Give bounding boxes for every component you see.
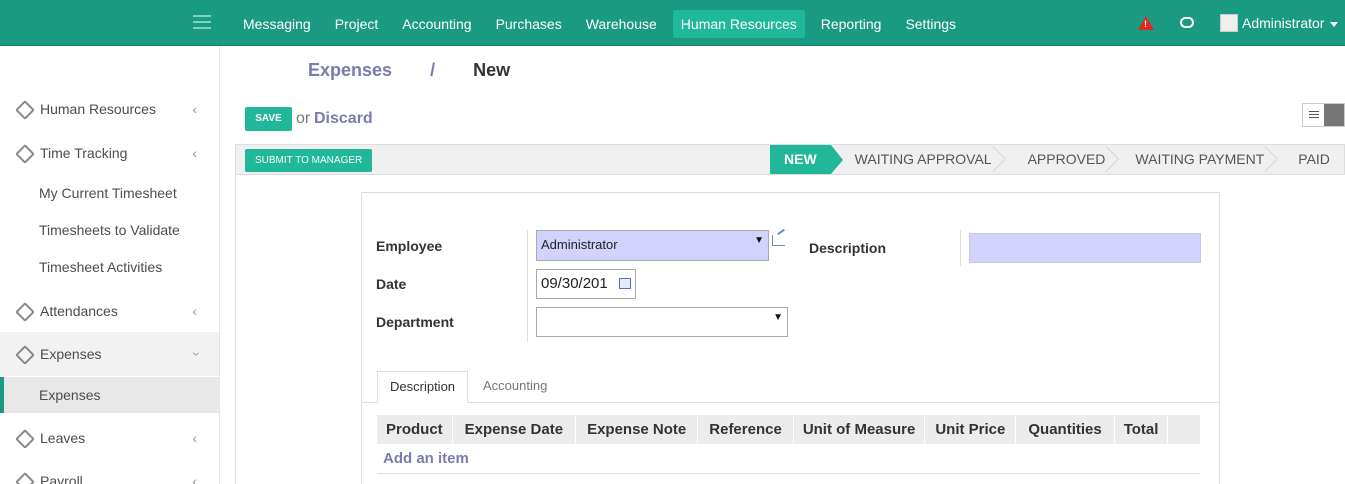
- tag-icon: [16, 304, 32, 318]
- main-menu: Messaging Project Accounting Purchases W…: [235, 10, 972, 38]
- stage-pipeline: NEW WAITING APPROVAL APPROVED WAITING PA…: [770, 145, 1338, 174]
- stage-waiting-payment[interactable]: WAITING PAYMENT: [1113, 145, 1279, 174]
- external-link-icon[interactable]: [772, 235, 785, 246]
- list-view-icon[interactable]: [1303, 104, 1324, 126]
- sidebar: Human Resources ‹ Time Tracking ‹ My Cur…: [0, 47, 220, 484]
- column-expense-date[interactable]: Expense Date: [453, 415, 577, 444]
- breadcrumb: Expenses / New: [308, 60, 510, 81]
- employee-field[interactable]: Administrator ▼: [536, 230, 769, 261]
- menu-purchases[interactable]: Purchases: [488, 10, 570, 38]
- menu-warehouse[interactable]: Warehouse: [578, 10, 665, 38]
- chevron-down-icon: ‹: [186, 351, 203, 357]
- sidebar-item-payroll[interactable]: Payroll ‹: [0, 459, 219, 484]
- stage-paid[interactable]: PAID: [1272, 145, 1338, 174]
- sidebar-item-expenses[interactable]: Expenses: [0, 377, 219, 413]
- sidebar-item-timesheet-activities[interactable]: Timesheet Activities: [0, 249, 219, 285]
- table-divider: [377, 473, 1200, 474]
- user-menu[interactable]: Administrator: [1220, 14, 1339, 32]
- field-divider: [960, 230, 961, 266]
- save-button[interactable]: SAVE: [245, 107, 292, 131]
- sidebar-item-label: Leaves: [40, 430, 86, 446]
- top-navbar: Messaging Project Accounting Purchases W…: [0, 0, 1345, 46]
- tag-icon: [16, 431, 32, 445]
- employee-value: Administrator: [541, 237, 618, 252]
- stage-label: WAITING APPROVAL: [854, 151, 992, 167]
- column-unit-price[interactable]: Unit Price: [925, 415, 1017, 444]
- sidebar-item-label: Attendances: [40, 303, 118, 319]
- sidebar-item-label: Expenses: [40, 346, 102, 362]
- hamburger-menu-icon[interactable]: [193, 15, 211, 29]
- caret-down-icon: [1330, 21, 1339, 27]
- chevron-left-icon: ‹: [192, 101, 197, 117]
- department-label: Department: [376, 314, 454, 330]
- tag-icon: [16, 102, 32, 116]
- tag-icon: [16, 347, 32, 361]
- breadcrumb-current: New: [473, 60, 511, 80]
- user-name: Administrator: [1242, 15, 1325, 31]
- department-field[interactable]: ▼: [536, 307, 788, 337]
- stage-label: WAITING PAYMENT: [1135, 151, 1265, 167]
- menu-project[interactable]: Project: [327, 10, 387, 38]
- breadcrumb-separator: /: [430, 60, 436, 80]
- tab-description[interactable]: Description: [377, 371, 469, 403]
- discard-link[interactable]: Discard: [314, 110, 373, 128]
- chat-icon[interactable]: [1180, 17, 1194, 28]
- menu-reporting[interactable]: Reporting: [813, 10, 890, 38]
- tab-accounting[interactable]: Accounting: [471, 371, 559, 403]
- sidebar-item-expenses-group[interactable]: Expenses ‹: [0, 332, 219, 376]
- date-field[interactable]: 09/30/201: [536, 269, 636, 299]
- view-switcher: [1302, 103, 1345, 127]
- sidebar-item-label: Time Tracking: [40, 145, 128, 161]
- chevron-left-icon: ‹: [192, 430, 197, 446]
- column-total[interactable]: Total: [1115, 415, 1169, 444]
- field-divider: [527, 230, 528, 342]
- employee-label: Employee: [376, 238, 443, 254]
- sidebar-item-timesheets-to-validate[interactable]: Timesheets to Validate: [0, 212, 219, 248]
- menu-settings[interactable]: Settings: [897, 10, 964, 38]
- sidebar-item-label: Human Resources: [40, 101, 156, 117]
- column-reference[interactable]: Reference: [698, 415, 794, 444]
- column-quantities[interactable]: Quantities: [1016, 415, 1115, 444]
- description-field[interactable]: [969, 233, 1201, 263]
- stage-new[interactable]: NEW: [770, 145, 843, 174]
- form-view-icon[interactable]: [1323, 104, 1344, 126]
- column-expense-note[interactable]: Expense Note: [576, 415, 699, 444]
- dropdown-arrow-icon: ▼: [754, 235, 764, 246]
- chevron-left-icon: ‹: [192, 145, 197, 161]
- date-label: Date: [376, 276, 407, 292]
- column-unit-of-measure[interactable]: Unit of Measure: [794, 415, 926, 444]
- column-product[interactable]: Product: [377, 415, 453, 444]
- submit-to-manager-button[interactable]: SUBMIT TO MANAGER: [245, 149, 373, 172]
- date-value: 09/30/201: [541, 275, 608, 292]
- calendar-icon[interactable]: [619, 278, 631, 289]
- stage-label: PAID: [1298, 151, 1330, 167]
- sidebar-item-my-current-timesheet[interactable]: My Current Timesheet: [0, 175, 219, 211]
- tag-icon: [16, 146, 32, 160]
- warning-icon[interactable]: !: [1138, 16, 1154, 30]
- sidebar-item-label: Payroll: [40, 473, 83, 484]
- stage-waiting-approval[interactable]: WAITING APPROVAL: [831, 145, 1006, 174]
- sidebar-item-leaves[interactable]: Leaves ‹: [0, 416, 219, 460]
- chevron-left-icon: ‹: [192, 303, 197, 319]
- dropdown-arrow-icon: ▼: [773, 312, 783, 323]
- sidebar-item-human-resources[interactable]: Human Resources ‹: [0, 87, 219, 131]
- table-header: Product Expense Date Expense Note Refere…: [377, 415, 1200, 444]
- menu-accounting[interactable]: Accounting: [394, 10, 479, 38]
- tag-icon: [16, 474, 32, 484]
- sidebar-item-time-tracking[interactable]: Time Tracking ‹: [0, 131, 219, 175]
- notebook-tabs: Description Accounting: [361, 371, 1220, 403]
- menu-messaging[interactable]: Messaging: [235, 10, 319, 38]
- description-label: Description: [809, 240, 887, 256]
- chevron-left-icon: ‹: [192, 473, 197, 484]
- menu-human-resources[interactable]: Human Resources: [672, 10, 805, 38]
- add-item-link[interactable]: Add an item: [383, 450, 469, 467]
- stage-approved[interactable]: APPROVED: [1000, 145, 1120, 174]
- status-bar: SUBMIT TO MANAGER NEW WAITING APPROVAL A…: [235, 144, 1345, 175]
- or-text: or: [296, 110, 311, 127]
- avatar: [1220, 14, 1238, 32]
- breadcrumb-parent[interactable]: Expenses: [308, 60, 392, 81]
- sidebar-item-attendances[interactable]: Attendances ‹: [0, 289, 219, 333]
